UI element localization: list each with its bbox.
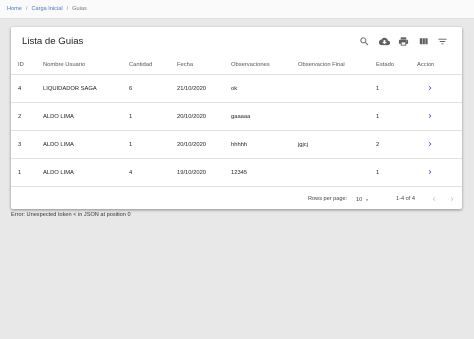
chevron-right-icon[interactable]	[425, 111, 435, 121]
column-header-observacion-final[interactable]: Observacion Final	[298, 62, 345, 68]
breadcrumb-separator: /	[66, 6, 69, 12]
cell-cantidad: 6	[129, 86, 133, 92]
table-row[interactable]: 2 ALDO LIMA 1 20/10/2020 gaaaaa 1	[11, 103, 462, 131]
cell-observaciones: ok	[231, 86, 238, 92]
breadcrumb: Home / Carga Inicial / Guias	[0, 0, 474, 19]
cell-fecha: 19/10/2020	[177, 170, 207, 176]
cloud-download-icon[interactable]	[377, 34, 391, 48]
column-header-id[interactable]: ID	[18, 62, 24, 68]
cell-id: 3	[18, 142, 22, 148]
pagination: Rows per page: 10 1-4 of 4	[11, 190, 462, 209]
error-message: Error: Unexpected token < in JSON at pos…	[11, 212, 131, 218]
table-row[interactable]: 4 LIQUIDADOR SAGA 6 21/10/2020 ok 1	[11, 75, 462, 103]
previous-page-button[interactable]	[429, 194, 439, 204]
column-header-fecha[interactable]: Fecha	[177, 62, 193, 68]
view-column-icon[interactable]	[416, 34, 430, 48]
cell-nombre-usuario: LIQUIDADOR SAGA	[43, 86, 97, 92]
next-page-button[interactable]	[447, 194, 457, 204]
table-header: ID Nombre Usuario Cantidad Fecha Observa…	[11, 55, 462, 75]
print-icon[interactable]	[396, 34, 410, 48]
table-row[interactable]: 1 ALDO LIMA 4 19/10/2020 12345 1	[11, 159, 462, 187]
breadcrumb-carga-inicial-link[interactable]: Carga Inicial	[31, 6, 62, 12]
column-header-estado[interactable]: Estado	[376, 62, 394, 68]
guias-table-card: Lista de Guias ID Nombre Usuario Cantida…	[11, 27, 462, 209]
cell-nombre-usuario: ALDO LIMA	[43, 142, 74, 148]
cell-observaciones: gaaaaa	[231, 114, 251, 120]
cell-cantidad: 4	[129, 170, 133, 176]
cell-estado: 1	[376, 114, 380, 120]
cell-id: 2	[18, 114, 22, 120]
breadcrumb-current: Guias	[72, 6, 87, 12]
chevron-right-icon	[450, 197, 454, 201]
cell-cantidad: 1	[129, 114, 133, 120]
cell-fecha: 20/10/2020	[177, 142, 207, 148]
page-title: Lista de Guias	[22, 36, 84, 47]
breadcrumb-separator: /	[25, 6, 28, 12]
chevron-right-icon[interactable]	[425, 139, 435, 149]
search-icon[interactable]	[357, 34, 371, 48]
rows-per-page-select[interactable]: 10	[356, 195, 374, 204]
column-header-observaciones[interactable]: Observaciones	[231, 62, 270, 68]
cell-estado: 2	[376, 142, 380, 148]
cell-observacion-final: jgjcj	[298, 142, 308, 148]
breadcrumb-home-link[interactable]: Home	[7, 6, 22, 12]
rows-per-page-value: 10	[356, 196, 363, 203]
cell-fecha: 20/10/2020	[177, 114, 207, 120]
cell-nombre-usuario: ALDO LIMA	[43, 170, 74, 176]
chevron-left-icon	[432, 197, 436, 201]
table-row[interactable]: 3 ALDO LIMA 1 20/10/2020 hhhhh jgjcj 2	[11, 131, 462, 159]
column-header-accion: Accion	[417, 62, 435, 68]
cell-estado: 1	[376, 170, 380, 176]
cell-observaciones: 12345	[231, 170, 248, 176]
filter-icon[interactable]	[435, 34, 449, 48]
cell-nombre-usuario: ALDO LIMA	[43, 114, 74, 120]
cell-estado: 1	[376, 86, 380, 92]
cell-id: 1	[18, 170, 22, 176]
column-header-cantidad[interactable]: Cantidad	[129, 62, 152, 68]
cell-id: 4	[18, 86, 22, 92]
page-range: 1-4 of 4	[396, 196, 415, 202]
chevron-right-icon[interactable]	[425, 167, 435, 177]
chevron-right-icon[interactable]	[425, 83, 435, 93]
cell-observaciones: hhhhh	[231, 142, 248, 148]
rows-per-page-label: Rows per page:	[308, 196, 348, 202]
cell-cantidad: 1	[129, 142, 133, 148]
arrow-drop-down-icon	[365, 199, 369, 201]
column-header-nombre-usuario[interactable]: Nombre Usuario	[43, 62, 85, 68]
cell-fecha: 21/10/2020	[177, 86, 207, 92]
